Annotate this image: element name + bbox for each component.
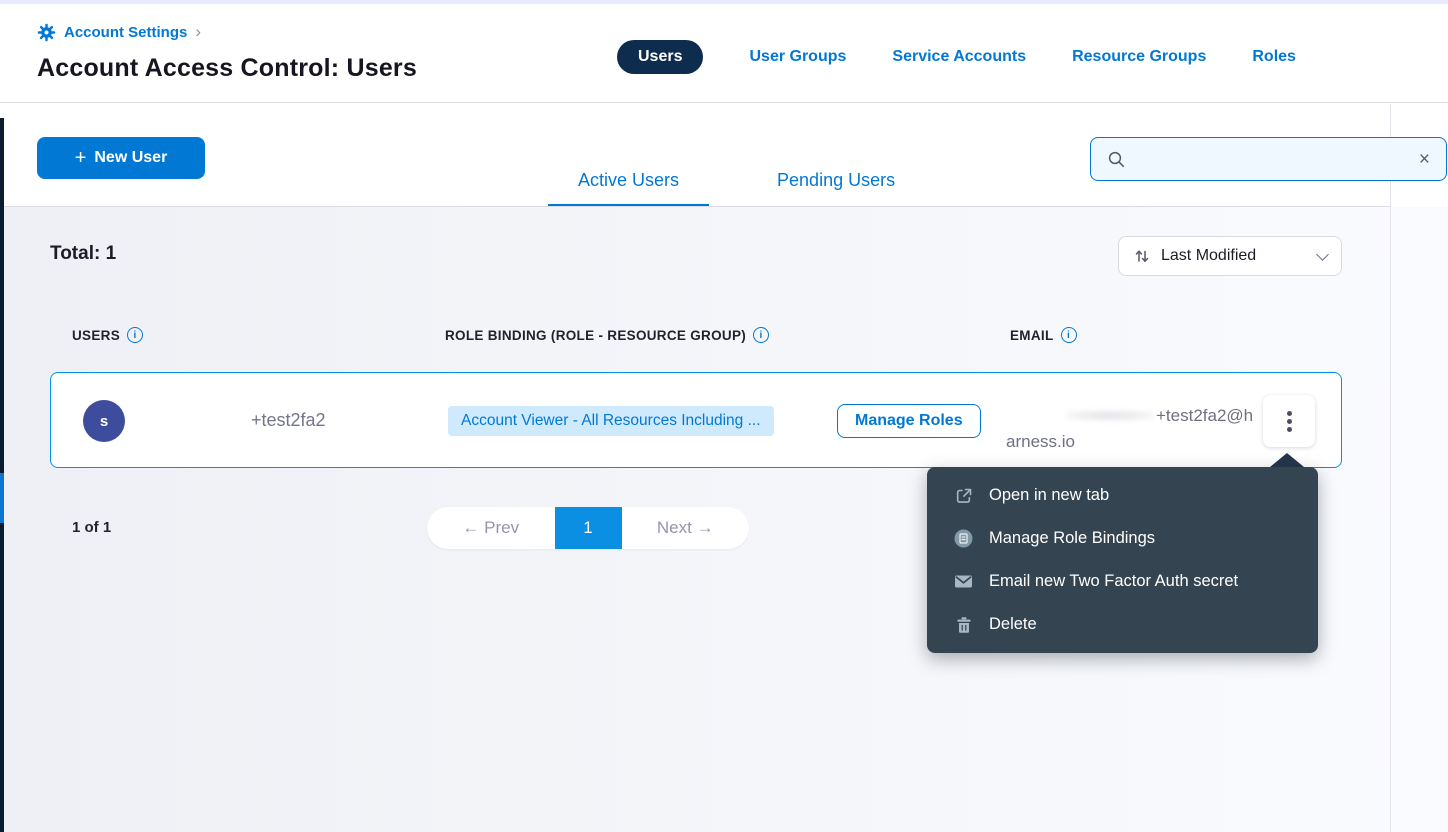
user-name: +test2fa2	[251, 410, 326, 431]
content-right-divider	[1390, 104, 1391, 832]
top-navigation: Users User Groups Service Accounts Resou…	[617, 40, 1296, 74]
table-row[interactable]: s +test2fa2 Account Viewer - All Resourc…	[50, 372, 1342, 468]
menu-item-email-new-2fa-secret[interactable]: Email new Two Factor Auth secret	[927, 560, 1318, 603]
column-header-email: EMAIL	[1010, 327, 1077, 343]
menu-item-label: Open in new tab	[989, 486, 1109, 505]
role-binding-chip[interactable]: Account Viewer - All Resources Including…	[448, 406, 774, 436]
row-context-menu: Open in new tab Manage Role Bindings Ema…	[927, 467, 1318, 653]
search-box[interactable]: ×	[1090, 137, 1447, 181]
page-header: Account Settings › Account Access Contro…	[0, 4, 1448, 103]
email-icon	[953, 571, 974, 592]
prev-page-button[interactable]: ← Prev	[427, 507, 555, 549]
menu-item-delete[interactable]: Delete	[927, 603, 1318, 646]
menu-item-label: Email new Two Factor Auth secret	[989, 572, 1238, 591]
breadcrumb-link[interactable]: Account Settings	[64, 24, 187, 41]
column-header-role-binding: ROLE BINDING (ROLE - RESOURCE GROUP)	[445, 327, 769, 343]
search-input[interactable]	[1136, 151, 1409, 168]
clear-search-icon[interactable]: ×	[1419, 150, 1430, 169]
new-user-button[interactable]: + New User	[37, 137, 205, 179]
info-icon[interactable]	[127, 327, 143, 343]
chevron-down-icon	[1316, 248, 1329, 261]
gear-icon	[37, 23, 56, 42]
tab-service-accounts[interactable]: Service Accounts	[892, 48, 1026, 66]
pagination: ← Prev 1 Next →	[427, 507, 749, 549]
current-page-button[interactable]: 1	[555, 507, 622, 549]
sidebar-active-indicator	[0, 473, 4, 523]
pagination-summary: 1 of 1	[72, 519, 111, 536]
tab-user-groups[interactable]: User Groups	[749, 48, 846, 66]
avatar: s	[83, 400, 125, 442]
total-count: Total: 1	[50, 243, 116, 265]
menu-item-label: Delete	[989, 615, 1037, 634]
row-options-button[interactable]	[1263, 395, 1315, 447]
user-email: +test2fa2@h arness.io	[1006, 403, 1256, 455]
plus-icon: +	[75, 148, 87, 168]
column-header-users: USERS	[72, 327, 143, 343]
page-title: Account Access Control: Users	[37, 54, 417, 83]
new-user-button-label: New User	[94, 149, 167, 167]
info-icon[interactable]	[1061, 327, 1077, 343]
menu-item-manage-role-bindings[interactable]: Manage Role Bindings	[927, 517, 1318, 560]
breadcrumb-chevron-icon: ›	[195, 22, 201, 42]
tab-active-users[interactable]: Active Users	[548, 170, 709, 207]
info-icon[interactable]	[753, 327, 769, 343]
sort-dropdown[interactable]: Last Modified	[1118, 236, 1342, 276]
breadcrumb[interactable]: Account Settings ›	[37, 22, 201, 42]
user-state-tabs: Active Users Pending Users	[548, 104, 925, 207]
email-line-2: arness.io	[1006, 432, 1075, 451]
tab-resource-groups[interactable]: Resource Groups	[1072, 48, 1206, 66]
sort-arrows-icon	[1133, 247, 1151, 265]
context-menu-caret	[1270, 453, 1304, 467]
next-page-button[interactable]: Next →	[622, 507, 750, 549]
sort-dropdown-value: Last Modified	[1161, 247, 1308, 265]
manage-roles-button[interactable]: Manage Roles	[837, 404, 981, 438]
tab-roles[interactable]: Roles	[1252, 48, 1296, 66]
email-line-1: +test2fa2@h	[1156, 406, 1253, 425]
tab-pending-users[interactable]: Pending Users	[747, 170, 925, 207]
menu-item-label: Manage Role Bindings	[989, 529, 1155, 548]
kebab-menu-icon	[1287, 419, 1292, 424]
tab-users[interactable]: Users	[617, 40, 703, 74]
search-icon	[1107, 150, 1126, 169]
open-in-new-tab-icon	[953, 485, 974, 506]
menu-item-open-in-new-tab[interactable]: Open in new tab	[927, 474, 1318, 517]
redacted-email-prefix	[1066, 410, 1154, 421]
manage-role-bindings-icon	[953, 528, 974, 549]
delete-icon	[953, 614, 974, 635]
